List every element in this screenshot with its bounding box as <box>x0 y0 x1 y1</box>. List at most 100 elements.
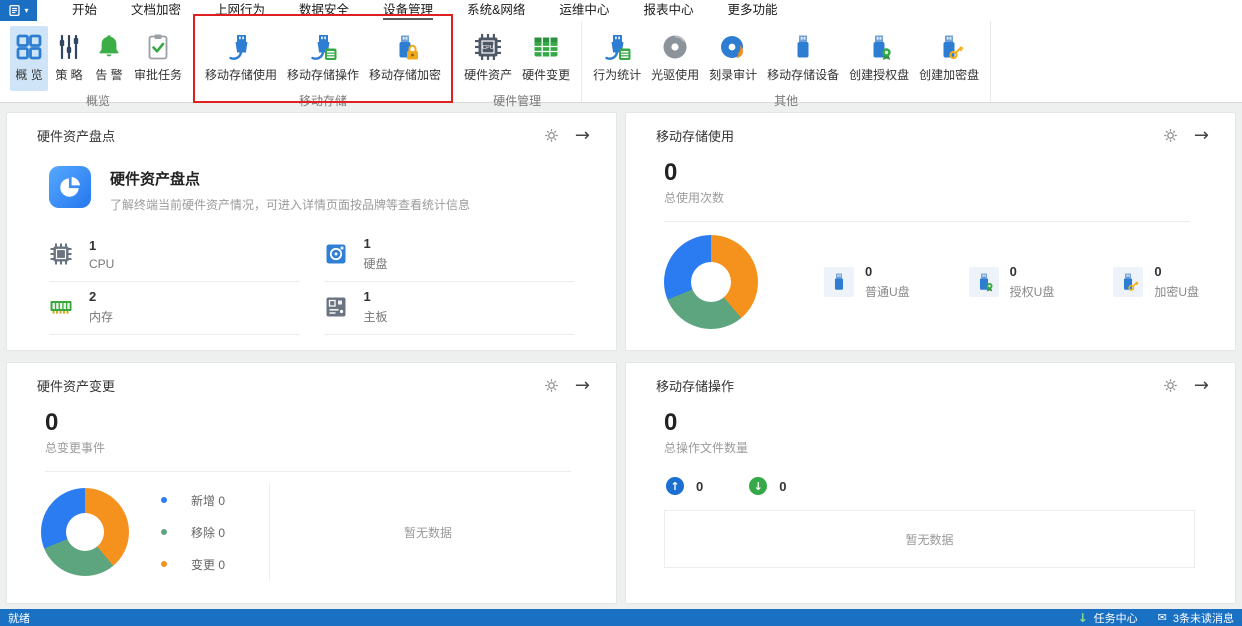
ribbon-button-create-authorized-disk[interactable]: 创建授权盘 <box>845 26 913 91</box>
asset-value: 2 <box>89 289 97 304</box>
ram-small-icon <box>49 295 73 319</box>
asset-item-motherboard: 1 主板 <box>323 282 574 335</box>
ribbon-button-overview[interactable]: 概 览 <box>10 26 48 91</box>
arrow-right-icon[interactable]: → <box>575 126 590 144</box>
app-logo-icon <box>8 4 21 17</box>
legend-dot-orange <box>161 561 167 568</box>
menu-item-device-management[interactable]: 设备管理 <box>366 0 450 21</box>
stat-label: 加密U盘 <box>1154 285 1199 300</box>
legend-item-added: 新增 0 <box>161 492 225 509</box>
chevron-down-icon: ▾ <box>24 5 29 15</box>
hero-description: 了解终端当前硬件资产情况，可进入详情页面按品牌等查看统计信息 <box>110 198 471 212</box>
app-menu-button[interactable]: ▾ <box>0 0 37 21</box>
menu-item-web-behavior[interactable]: 上网行为 <box>198 0 282 21</box>
status-ready-text: 就绪 <box>8 612 30 625</box>
change-donut-chart <box>41 488 129 577</box>
stat-value: 0 <box>1154 264 1162 280</box>
stat-label: 授权U盘 <box>1009 285 1055 300</box>
arrow-down-circle-icon: ↓ <box>749 477 768 496</box>
ribbon-button-label: 移动存储操作 <box>287 68 360 82</box>
menu-item-start[interactable]: 开始 <box>55 0 114 21</box>
total-label: 总使用次数 <box>664 191 725 206</box>
arrow-up-circle-icon: ↑ <box>666 477 684 496</box>
ribbon-button-hardware-changes[interactable]: 硬件变更 <box>518 26 574 91</box>
menu-item-doc-encryption[interactable]: 文档加密 <box>114 0 198 21</box>
menu-item-system-network[interactable]: 系统&网络 <box>450 0 542 21</box>
envelope-icon: ✉ <box>1157 611 1167 624</box>
usb-encrypted-icon <box>1113 267 1144 298</box>
asset-value: 1 <box>363 236 371 251</box>
pie-chart-app-icon <box>49 166 91 208</box>
ribbon-toolbar: 概 览 策 略 告 警 审批任务 概览 移动存储使用 移动存储操作 移动存储加密… <box>0 14 1242 108</box>
download-count: ↓ 0 <box>749 477 786 496</box>
total-label: 总变更事件 <box>45 441 106 456</box>
ribbon-button-burn-audit[interactable]: 刻录审计 <box>705 26 761 91</box>
ribbon-button-label: 告 警 <box>95 68 123 82</box>
ribbon-button-storage-devices[interactable]: 移动存储设备 <box>763 26 843 91</box>
unread-messages-button[interactable]: ✉ 3条未读消息 <box>1158 610 1234 626</box>
stat-value: 0 <box>865 264 873 280</box>
usb-stats-icon <box>602 32 632 62</box>
gear-icon[interactable] <box>543 377 560 394</box>
ribbon-button-storage-usage[interactable]: 移动存储使用 <box>201 26 281 91</box>
ribbon-button-label: 移动存储设备 <box>767 68 840 82</box>
total-value: 0 <box>664 409 678 436</box>
asset-value: 1 <box>89 237 97 253</box>
ribbon-button-behavior-stats[interactable]: 行为统计 <box>589 26 645 91</box>
ribbon-button-storage-encryption[interactable]: 移动存储加密 <box>365 26 445 91</box>
ribbon-button-hardware-assets[interactable]: 硬件资产 <box>460 26 516 91</box>
total-value: 0 <box>664 159 678 186</box>
chart-legend: 新增 0 移除 0 变更 0 <box>161 492 225 573</box>
total-label: 总操作文件数量 <box>664 441 749 456</box>
gear-icon[interactable] <box>1162 127 1179 144</box>
gear-icon[interactable] <box>543 127 560 144</box>
stat-value: 0 <box>1009 264 1017 280</box>
ribbon-button-alert[interactable]: 告 警 <box>90 26 128 91</box>
ribbon-button-label: 创建加密盘 <box>919 68 980 82</box>
asset-label: CPU <box>89 256 115 271</box>
alert-bell-icon <box>94 32 124 62</box>
ribbon-button-optical-drive-usage[interactable]: 光驱使用 <box>647 26 703 91</box>
download-arrow-icon: ↓ <box>1077 610 1088 625</box>
arrow-right-icon[interactable]: → <box>1194 376 1209 394</box>
ribbon-button-label: 策 略 <box>55 68 83 82</box>
main-menu: 开始 文档加密 上网行为 数据安全 设备管理 系统&网络 运维中心 报表中心 更… <box>55 0 794 21</box>
ribbon-button-label: 硬件资产 <box>464 68 513 82</box>
usb-device-icon <box>788 32 818 62</box>
ribbon-button-label: 审批任务 <box>134 68 183 82</box>
gear-icon[interactable] <box>1162 377 1179 394</box>
task-center-button[interactable]: ↓ 任务中心 <box>1078 610 1138 626</box>
ribbon-button-storage-operation[interactable]: 移动存储操作 <box>283 26 363 91</box>
card-title: 移动存储使用 <box>656 129 735 144</box>
usb-cable-icon <box>226 32 256 62</box>
policy-sliders-icon <box>54 32 84 62</box>
usb-authorized-icon <box>968 267 999 298</box>
stat-encrypted-usb: 0 加密U盘 <box>1113 264 1199 300</box>
ribbon-button-label: 移动存储加密 <box>369 68 442 82</box>
ribbon-group-overview: 概 览 策 略 告 警 审批任务 概览 <box>3 21 195 108</box>
arrow-right-icon[interactable]: → <box>575 376 590 394</box>
hero-title: 硬件资产盘点 <box>110 171 201 188</box>
asset-label: 内存 <box>89 310 114 324</box>
menu-item-data-security[interactable]: 数据安全 <box>282 0 366 21</box>
ribbon-group-label: 概览 <box>86 94 111 108</box>
menu-item-more-features[interactable]: 更多功能 <box>710 0 794 21</box>
ribbon-button-policy[interactable]: 策 略 <box>50 26 88 91</box>
card-hardware-inventory: 硬件资产盘点 → 硬件资产盘点 了解终端当前硬件资产情况，可进入详情页面按品牌等… <box>6 112 617 351</box>
card-storage-operation: 移动存储操作 → 0 总操作文件数量 ↑ 0 ↓ 0 暂无数据 <box>625 362 1236 604</box>
ribbon-button-label: 创建授权盘 <box>849 68 910 82</box>
ribbon-button-create-encrypted-disk[interactable]: 创建加密盘 <box>915 26 983 91</box>
asset-item-disk: 1 硬盘 <box>323 229 574 282</box>
menu-item-report-center[interactable]: 报表中心 <box>626 0 710 21</box>
ribbon-button-label: 光驱使用 <box>651 68 700 82</box>
menu-bar: ▾ 开始 文档加密 上网行为 数据安全 设备管理 系统&网络 运维中心 报表中心… <box>0 0 1242 21</box>
ribbon-button-label: 硬件变更 <box>522 68 571 82</box>
arrow-right-icon[interactable]: → <box>1194 126 1209 144</box>
divider <box>45 471 571 473</box>
asset-label: 主板 <box>363 310 388 324</box>
stat-label: 普通U盘 <box>865 285 910 300</box>
ribbon-button-approval-tasks[interactable]: 审批任务 <box>130 26 186 91</box>
menu-item-ops-center[interactable]: 运维中心 <box>542 0 626 21</box>
legend-item-removed: 移除 0 <box>161 524 225 541</box>
green-table-icon <box>531 32 561 62</box>
